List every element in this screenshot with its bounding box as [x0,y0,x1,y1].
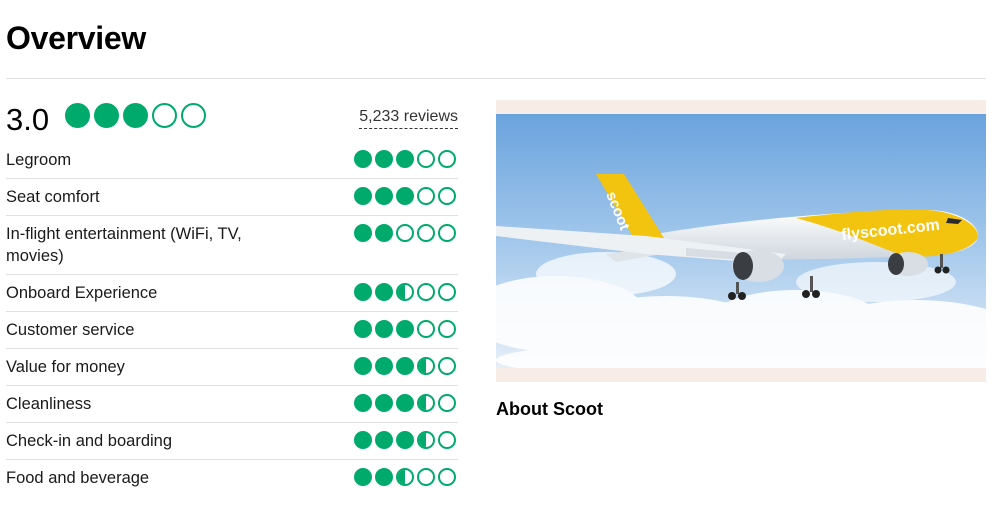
airline-photo-frame: flyscoot.com scoot [496,100,986,382]
rating-bubble-full-icon [396,320,414,338]
category-rating-bubbles [354,431,456,449]
header-divider [6,78,986,79]
reviews-count-link[interactable]: 5,233 reviews [359,106,458,129]
rating-bubble-empty-icon [438,187,456,205]
rating-bubble-full-icon [396,357,414,375]
category-rating-row: Seat comfort [6,179,458,216]
overall-score: 3.0 [6,102,50,137]
category-rating-row: Onboard Experience [6,275,458,312]
category-rating-bubbles [354,283,456,301]
rating-bubble-empty-icon [417,468,435,486]
category-rating-row: In-flight entertainment (WiFi, TV, movie… [6,216,458,275]
category-rating-row: Customer service [6,312,458,349]
rating-bubble-full-icon [375,357,393,375]
category-label: Food and beverage [6,469,150,487]
rating-bubble-half-icon [417,431,435,449]
category-rating-bubbles [354,320,456,338]
category-rating-row: Food and beverage [6,460,458,496]
rating-bubble-empty-icon [417,320,435,338]
overall-rating-summary: 3.0 5,233 reviews [6,100,458,140]
rating-bubble-full-icon [354,357,372,375]
rating-bubble-half-icon [417,394,435,412]
rating-bubble-half-icon [417,357,435,375]
category-label: Check-in and boarding [6,432,173,450]
category-label: Customer service [6,321,135,339]
category-label: Onboard Experience [6,284,158,302]
category-rating-bubbles [354,357,456,375]
rating-bubble-empty-icon [396,224,414,242]
category-rating-bubbles [354,187,456,205]
rating-bubble-full-icon [65,103,90,128]
rating-bubble-full-icon [375,150,393,168]
rating-bubble-full-icon [375,187,393,205]
scoot-aircraft-photo[interactable]: flyscoot.com scoot [496,114,986,368]
rating-bubble-empty-icon [417,187,435,205]
page-title: Overview [6,20,146,56]
category-rating-row: Value for money [6,349,458,386]
rating-bubble-full-icon [375,394,393,412]
rating-bubble-full-icon [375,431,393,449]
rating-bubble-full-icon [396,431,414,449]
rating-bubble-full-icon [354,468,372,486]
rating-bubble-empty-icon [438,150,456,168]
rating-bubble-full-icon [396,394,414,412]
rating-bubble-full-icon [354,431,372,449]
category-label: Seat comfort [6,188,100,206]
category-label: In-flight entertainment (WiFi, TV, movie… [6,225,242,265]
category-rating-row: Legroom [6,142,458,179]
rating-bubble-full-icon [375,224,393,242]
rating-bubble-full-icon [354,283,372,301]
rating-bubble-empty-icon [438,320,456,338]
rating-bubble-empty-icon [181,103,206,128]
category-rating-bubbles [354,150,456,168]
rating-bubble-empty-icon [438,283,456,301]
rating-bubble-half-icon [396,468,414,486]
rating-bubble-empty-icon [152,103,177,128]
rating-bubble-full-icon [354,150,372,168]
category-label: Value for money [6,358,125,376]
rating-bubble-empty-icon [438,431,456,449]
rating-bubble-empty-icon [438,394,456,412]
category-label: Cleanliness [6,395,92,413]
category-rating-row: Check-in and boarding [6,423,458,460]
rating-bubble-full-icon [354,224,372,242]
rating-bubble-full-icon [354,320,372,338]
rating-bubble-full-icon [123,103,148,128]
category-label: Legroom [6,151,72,169]
category-rating-row: Cleanliness [6,386,458,423]
rating-bubble-half-icon [396,283,414,301]
rating-bubble-empty-icon [438,468,456,486]
rating-bubble-full-icon [375,320,393,338]
rating-bubble-empty-icon [438,224,456,242]
rating-bubble-empty-icon [417,224,435,242]
rating-bubble-full-icon [94,103,119,128]
about-heading: About Scoot [496,399,603,419]
rating-bubble-full-icon [375,283,393,301]
rating-bubble-full-icon [375,468,393,486]
rating-bubble-empty-icon [417,150,435,168]
rating-bubble-empty-icon [417,283,435,301]
rating-bubble-full-icon [396,150,414,168]
category-rating-bubbles [354,468,456,486]
rating-bubble-empty-icon [438,357,456,375]
rating-bubble-full-icon [354,394,372,412]
rating-bubble-full-icon [354,187,372,205]
category-rating-bubbles [354,224,456,242]
category-rating-bubbles [354,394,456,412]
category-ratings-list: Legroom Seat comfort In-flight entertainme… [6,142,458,496]
overall-rating-bubbles [65,103,206,128]
rating-bubble-full-icon [396,187,414,205]
